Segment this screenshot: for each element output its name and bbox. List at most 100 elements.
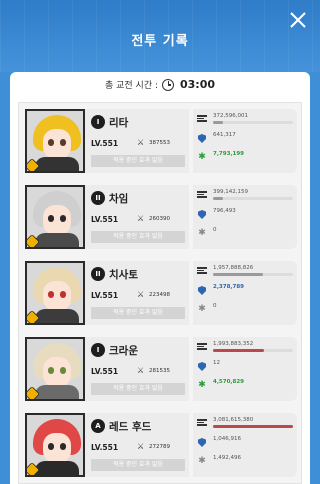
damage-icon <box>197 114 207 124</box>
damage-taken-value: 1,046,916 <box>213 436 241 442</box>
heal-icon: ✱ <box>198 380 206 390</box>
damage-dealt-row: 399,142,159 <box>197 189 293 203</box>
portrait-body <box>35 157 79 171</box>
damage-bar-fill <box>213 273 263 276</box>
character-card[interactable]: II 치사토 LV.551 ⚔ 223498 적용 중인 효과 없음 1,957… <box>25 261 297 325</box>
combat-power-icon: ⚔ <box>137 214 145 223</box>
heal-icon: ✱ <box>198 152 206 162</box>
damage-taken-row: 1,046,916 <box>197 436 293 450</box>
battle-record-panel: 총 교전 시간 : 03:00 I 리타 LV.551 ⚔ 387553 적용 … <box>10 72 310 484</box>
combat-power-icon: ⚔ <box>137 290 145 299</box>
character-name: 리타 <box>109 117 129 129</box>
active-effects-text: 적용 중인 효과 없음 <box>91 231 185 243</box>
character-name: 레드 후드 <box>109 421 152 433</box>
heal-icon: ✱ <box>198 228 206 238</box>
portrait-eye <box>60 291 66 298</box>
portrait-eye <box>48 215 54 222</box>
timer-label: 총 교전 시간 : <box>104 81 158 91</box>
damage-icon <box>197 266 207 276</box>
damage-bar-fill <box>213 121 223 124</box>
heal-value: 4,570,829 <box>213 379 244 385</box>
character-stats: 1,957,888,826 2,378,789 ✱ 0 <box>193 261 297 325</box>
character-level: LV.551 <box>91 367 119 376</box>
combat-power-icon: ⚔ <box>137 442 145 451</box>
damage-bar-fill <box>213 197 223 200</box>
combat-power-icon: ⚔ <box>137 138 145 147</box>
portrait-body <box>35 385 79 399</box>
character-portrait[interactable] <box>25 337 85 401</box>
portrait-eye <box>60 139 66 146</box>
damage-bar <box>213 273 293 276</box>
heal-value: 7,793,199 <box>213 151 244 157</box>
character-portrait[interactable] <box>25 109 85 173</box>
burst-type-badge: II <box>91 191 105 205</box>
character-info: A 레드 후드 LV.551 ⚔ 272789 적용 중인 효과 없음 <box>85 413 189 477</box>
damage-dealt-value: 3,081,615,380 <box>213 417 254 423</box>
shield-icon <box>197 437 207 447</box>
total-battle-time: 총 교전 시간 : 03:00 <box>10 78 310 91</box>
burst-type-badge: II <box>91 267 105 281</box>
shield-icon <box>197 361 207 371</box>
character-level: LV.551 <box>91 215 119 224</box>
character-stats: 399,142,159 796,493 ✱ 0 <box>193 185 297 249</box>
damage-taken-row: 2,378,789 <box>197 284 293 298</box>
portrait-eye <box>60 215 66 222</box>
damage-bar-fill <box>213 425 293 428</box>
character-name: 차임 <box>109 193 129 205</box>
damage-bar <box>213 197 293 200</box>
damage-dealt-row: 1,993,883,352 <box>197 341 293 355</box>
damage-icon <box>197 418 207 428</box>
character-card[interactable]: I 리타 LV.551 ⚔ 387553 적용 중인 효과 없음 372,596… <box>25 109 297 173</box>
character-level: LV.551 <box>91 443 119 452</box>
clock-icon <box>162 78 174 91</box>
character-level: LV.551 <box>91 291 119 300</box>
portrait-body <box>35 461 79 475</box>
damage-dealt-row: 3,081,615,380 <box>197 417 293 431</box>
portrait-eye <box>48 443 54 450</box>
shield-icon <box>197 133 207 143</box>
damage-bar <box>213 349 293 352</box>
shield-icon <box>197 209 207 219</box>
page-title: 전투 기록 <box>131 34 189 49</box>
portrait-eye <box>48 367 54 374</box>
character-portrait[interactable] <box>25 261 85 325</box>
combat-power-icon: ⚔ <box>137 366 145 375</box>
portrait-eye <box>60 443 66 450</box>
heal-row: ✱ 1,492,496 <box>197 455 293 469</box>
damage-dealt-value: 399,142,159 <box>213 189 248 195</box>
character-list[interactable]: I 리타 LV.551 ⚔ 387553 적용 중인 효과 없음 372,596… <box>18 102 302 484</box>
damage-bar <box>213 425 293 428</box>
character-stats: 1,993,883,352 12 ✱ 4,570,829 <box>193 337 297 401</box>
close-icon <box>290 12 306 28</box>
heal-row: ✱ 0 <box>197 303 293 317</box>
combat-power: 260390 <box>149 216 170 222</box>
character-card[interactable]: II 차임 LV.551 ⚔ 260390 적용 중인 효과 없음 399,14… <box>25 185 297 249</box>
character-stats: 372,596,001 641,317 ✱ 7,793,199 <box>193 109 297 173</box>
character-level: LV.551 <box>91 139 119 148</box>
damage-dealt-value: 372,596,001 <box>213 113 248 119</box>
damage-icon <box>197 342 207 352</box>
portrait-eye <box>60 367 66 374</box>
heal-row: ✱ 0 <box>197 227 293 241</box>
active-effects-text: 적용 중인 효과 없음 <box>91 383 185 395</box>
combat-power: 281535 <box>149 368 170 374</box>
portrait-eye <box>48 291 54 298</box>
character-card[interactable]: A 레드 후드 LV.551 ⚔ 272789 적용 중인 효과 없음 3,08… <box>25 413 297 477</box>
combat-power: 272789 <box>149 444 170 450</box>
damage-dealt-row: 372,596,001 <box>197 113 293 127</box>
burst-type-badge: I <box>91 343 105 357</box>
damage-bar <box>213 121 293 124</box>
burst-type-badge: A <box>91 419 105 433</box>
character-portrait[interactable] <box>25 413 85 477</box>
character-name: 크라운 <box>109 345 138 357</box>
damage-icon <box>197 190 207 200</box>
character-info: I 리타 LV.551 ⚔ 387553 적용 중인 효과 없음 <box>85 109 189 173</box>
heal-value: 0 <box>213 227 217 233</box>
close-button[interactable] <box>288 10 308 30</box>
character-name: 치사토 <box>109 269 138 281</box>
character-portrait[interactable] <box>25 185 85 249</box>
character-card[interactable]: I 크라운 LV.551 ⚔ 281535 적용 중인 효과 없음 1,993,… <box>25 337 297 401</box>
portrait-body <box>35 233 79 247</box>
damage-dealt-row: 1,957,888,826 <box>197 265 293 279</box>
damage-taken-value: 2,378,789 <box>213 284 244 290</box>
